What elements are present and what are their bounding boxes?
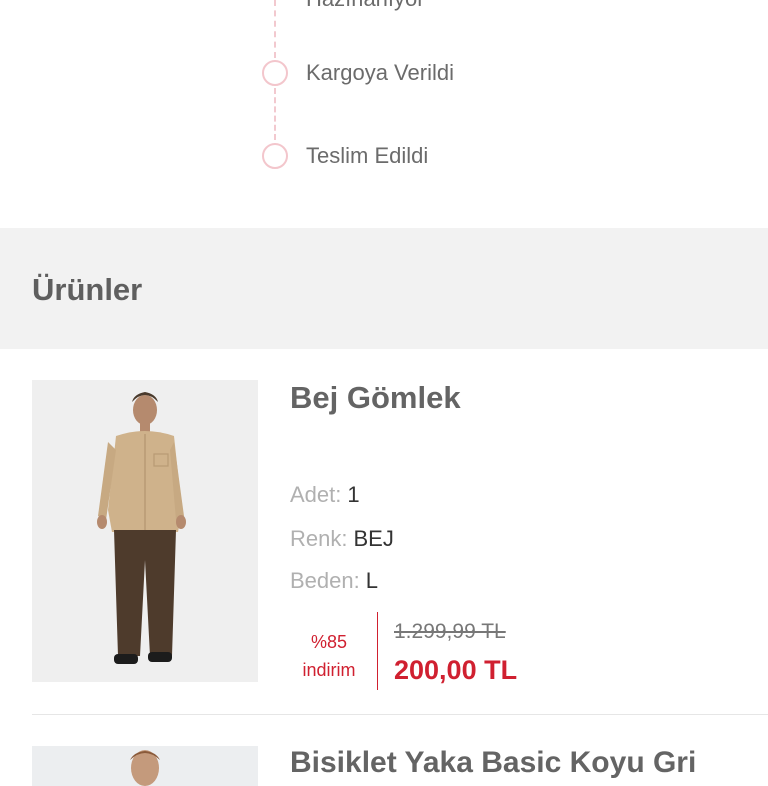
timeline-step-label: Kargoya Verildi [306, 60, 454, 85]
model-in-shirt-illustration [97, 392, 186, 664]
product-title[interactable]: Bisiklet Yaka Basic Koyu Gri [290, 746, 696, 780]
sale-price: 200,00 TL [394, 655, 518, 685]
product-divider [32, 714, 768, 715]
attribute-label: Adet: [290, 482, 342, 507]
product-title[interactable]: Bej Gömlek [290, 380, 461, 416]
product-attribute-color: Renk: BEJ [290, 526, 394, 552]
timeline-connector [274, 88, 276, 140]
price-divider [377, 612, 378, 690]
discount-label: indirim [302, 660, 356, 680]
discount-badge: %85 indirim [290, 628, 368, 684]
product-image[interactable] [32, 380, 258, 682]
product-attribute-size: Beden: L [290, 568, 378, 594]
model-photo-illustration [130, 750, 160, 786]
product-image[interactable] [32, 746, 258, 786]
timeline-step-label: Teslim Edildi [306, 143, 429, 168]
attribute-value: L [365, 568, 378, 593]
discount-percent: %85 [310, 632, 348, 652]
original-price: 1.299,99 TL [394, 620, 506, 643]
order-status-timeline: Hazırlanıyor Kargoya Verildi Teslim Edil… [0, 0, 768, 228]
attribute-value: 1 [347, 482, 360, 507]
attribute-value: BEJ [353, 526, 394, 551]
section-title: Ürünler [32, 272, 143, 307]
timeline-step-dot [262, 60, 288, 86]
timeline-connector [274, 0, 276, 58]
timeline-step-dot [262, 143, 288, 169]
timeline-step-label: Hazırlanıyor [306, 0, 425, 12]
product-attribute-quantity: Adet: 1 [290, 482, 360, 508]
attribute-label: Beden: [290, 568, 360, 593]
attribute-label: Renk: [290, 526, 348, 551]
